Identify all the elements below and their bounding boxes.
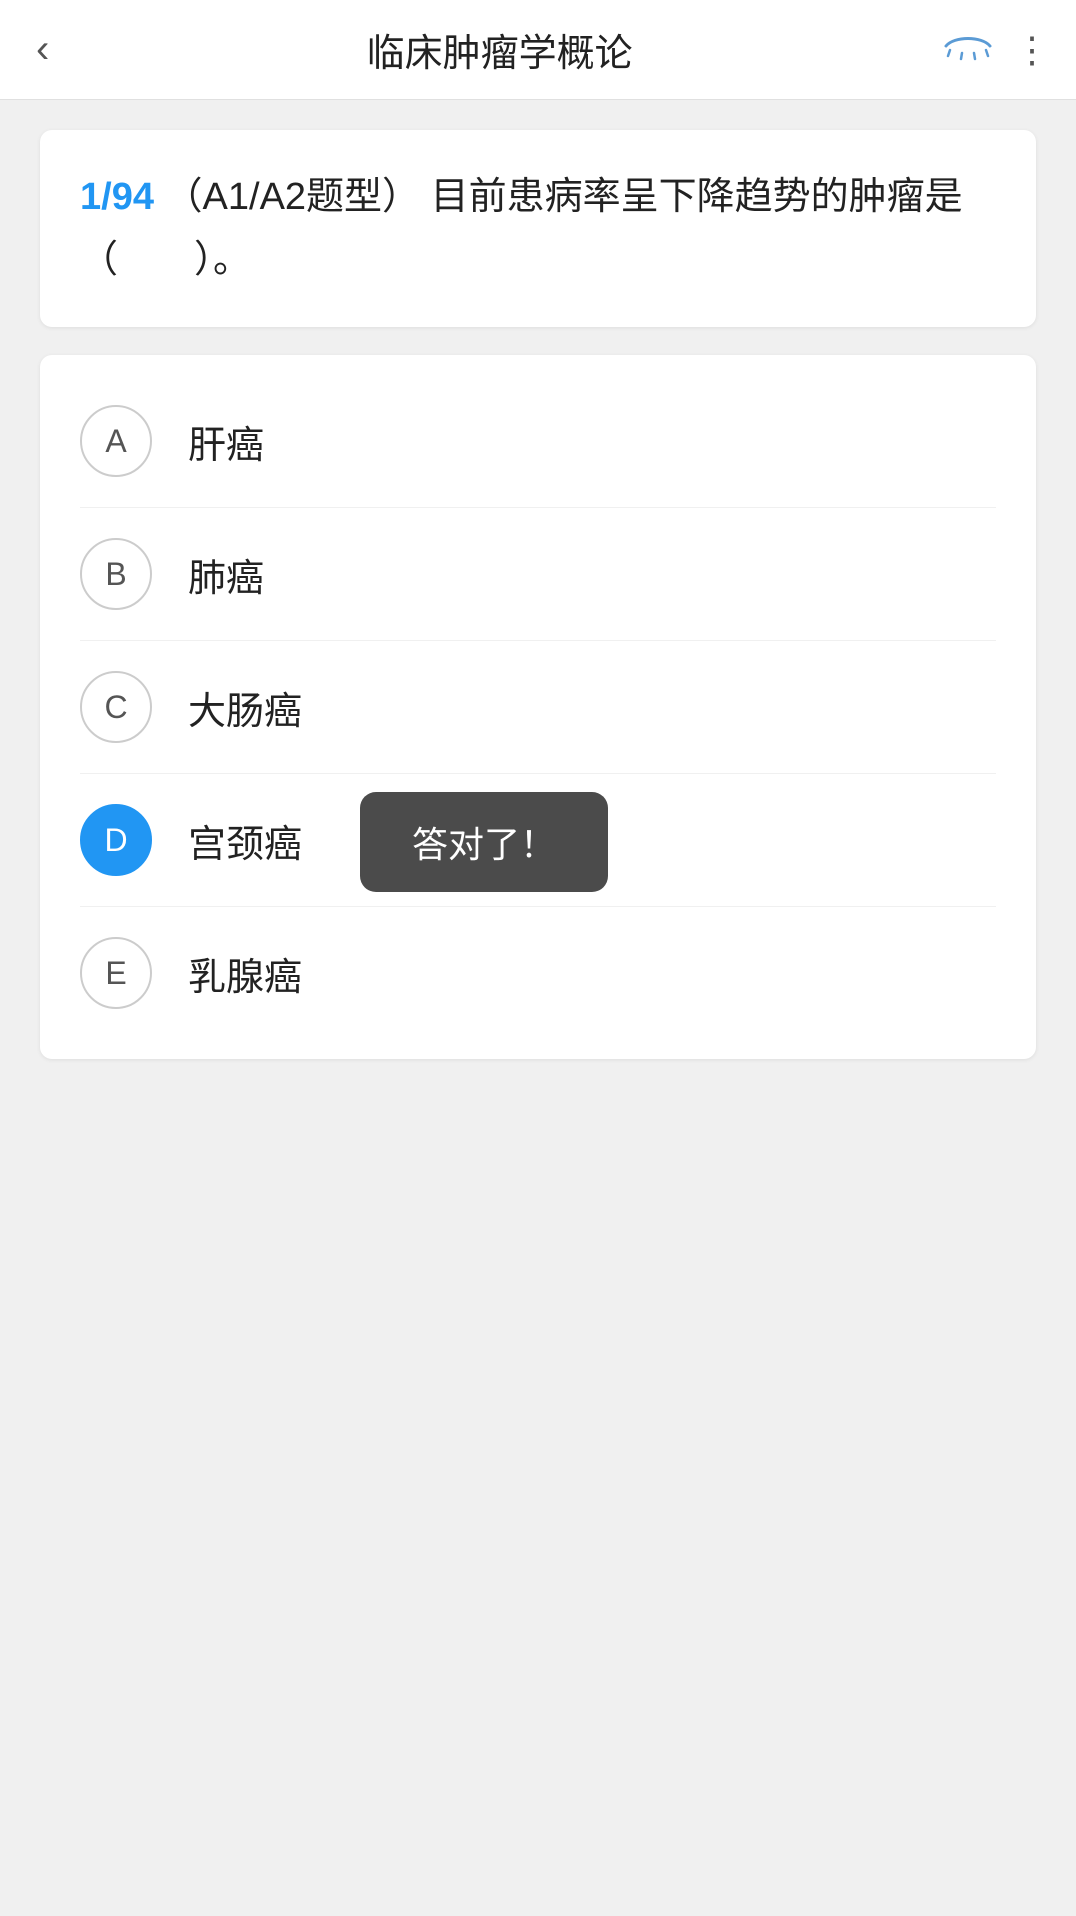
option-a-label: 肝癌	[188, 414, 264, 469]
toolbar-icons: ⋮	[942, 29, 1048, 71]
question-type: （A1/A2题型）	[165, 176, 421, 218]
question-text: 1/94 （A1/A2题型） 目前患病率呈下降趋势的肿瘤是（ ）。	[80, 166, 996, 291]
question-card: 1/94 （A1/A2题型） 目前患病率呈下降趋势的肿瘤是（ ）。	[40, 130, 1036, 327]
eye-icon[interactable]	[942, 31, 994, 69]
option-c-label: 大肠癌	[188, 680, 302, 735]
option-d[interactable]: D 宫颈癌 答对了！	[80, 774, 996, 907]
option-e[interactable]: E 乳腺癌	[80, 907, 996, 1039]
option-d-label: 宫颈癌	[188, 813, 302, 868]
option-e-circle: E	[80, 937, 152, 1009]
option-b[interactable]: B 肺癌	[80, 508, 996, 641]
page-title: 临床肿瘤学概论	[57, 22, 942, 77]
option-b-circle: B	[80, 538, 152, 610]
main-content: 1/94 （A1/A2题型） 目前患病率呈下降趋势的肿瘤是（ ）。 A 肝癌 B…	[0, 100, 1076, 1089]
back-button[interactable]: ‹	[28, 19, 57, 80]
toolbar: ‹ 临床肿瘤学概论 ⋮	[0, 0, 1076, 100]
option-c-circle: C	[80, 671, 152, 743]
option-d-circle: D	[80, 804, 152, 876]
option-b-label: 肺癌	[188, 547, 264, 602]
option-a-circle: A	[80, 405, 152, 477]
question-number: 1/94	[80, 176, 154, 218]
phone-container: ‹ 临床肿瘤学概论 ⋮ 1/94 （A1/A2题型） 目前患病率呈下	[0, 0, 1076, 1916]
options-card: A 肝癌 B 肺癌 C 大肠癌 D 宫颈癌 答对了！ E	[40, 355, 1036, 1059]
toast-message: 答对了！	[360, 792, 608, 892]
more-menu-button[interactable]: ⋮	[1014, 29, 1048, 71]
option-e-label: 乳腺癌	[188, 946, 302, 1001]
option-c[interactable]: C 大肠癌	[80, 641, 996, 774]
option-a[interactable]: A 肝癌	[80, 375, 996, 508]
